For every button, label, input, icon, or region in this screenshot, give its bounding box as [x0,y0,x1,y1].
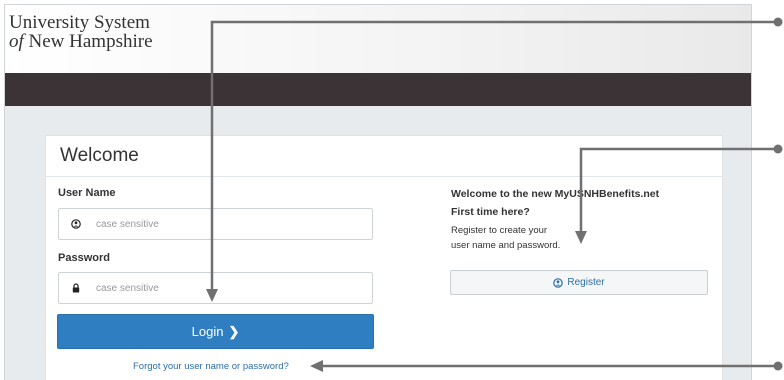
password-label: Password [58,252,110,264]
login-label: Login [191,324,224,339]
chevron-right-icon: ❯ [228,323,240,339]
nav-bar [5,73,751,106]
logo-of: of [9,31,24,52]
user-circle-icon [553,277,564,288]
logo-new-hampshire: New Hampshire [23,31,153,52]
card-header: Welcome [46,136,722,177]
register-label: Register [567,277,605,288]
username-input[interactable] [96,209,366,239]
password-field[interactable] [58,272,373,304]
browser-frame: University System of New Hampshire Welco… [4,4,752,380]
site-header: University System of New Hampshire [5,5,751,73]
callout-dot-register [773,144,783,154]
username-label: User Name [58,187,116,199]
username-field[interactable] [58,208,373,240]
first-time-heading: First time here? [451,206,530,218]
register-text-line-2: user name and password. [451,240,561,251]
login-card: Welcome User Name Password Login ❯ Forgo… [45,135,723,380]
callout-dot-login [773,17,783,27]
password-input[interactable] [96,273,366,303]
login-button[interactable]: Login ❯ [57,314,374,349]
logo-line-1: University System [9,12,150,33]
register-title: Welcome to the new MyUSNHBenefits.net [451,188,660,200]
welcome-title: Welcome [60,145,139,166]
user-circle-icon [59,209,92,239]
register-button[interactable]: Register [450,270,708,295]
lock-icon [59,273,92,303]
usnh-logo[interactable]: University System of New Hampshire [9,13,153,51]
callout-dot-forgot [773,361,783,371]
forgot-credentials-link[interactable]: Forgot your user name or password? [133,361,289,372]
logo-line-2: of New Hampshire [9,32,153,51]
register-text-line-1: Register to create your [451,225,548,236]
